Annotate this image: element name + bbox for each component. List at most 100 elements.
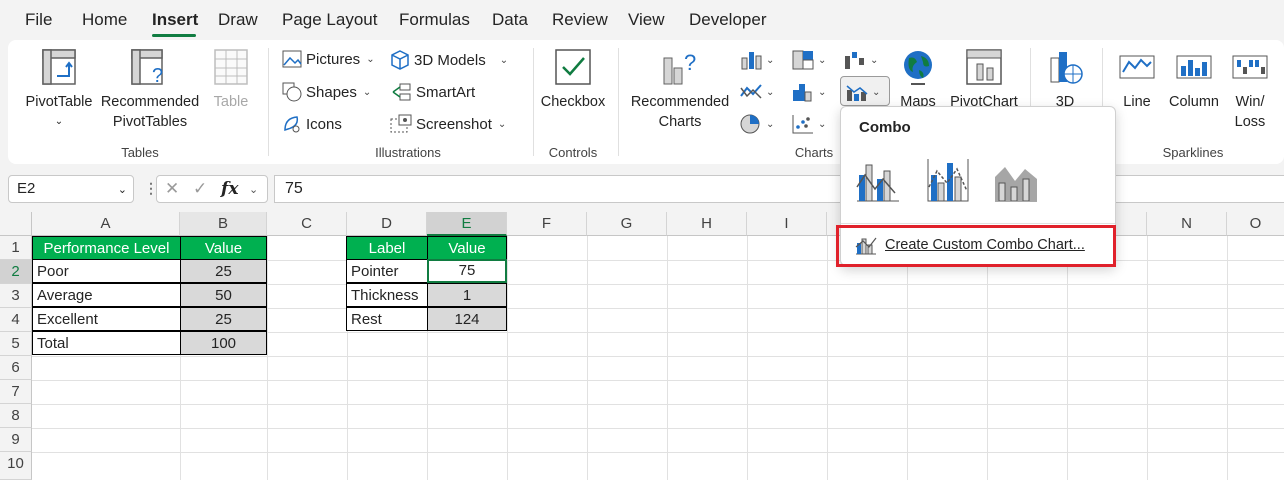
- table-cell[interactable]: Average: [32, 283, 181, 307]
- table-cell[interactable]: Excellent: [32, 307, 181, 331]
- 3d-map-button[interactable]: 3D: [1038, 48, 1092, 112]
- table-label: Table: [213, 94, 249, 110]
- column-chart-icon: [741, 52, 762, 70]
- table-cell[interactable]: 25: [180, 307, 267, 331]
- pictures-button[interactable]: Pictures ⌄: [282, 50, 375, 68]
- shapes-button[interactable]: Shapes ⌄: [282, 82, 371, 102]
- statistic-chart-button[interactable]: ⌄: [792, 82, 826, 102]
- select-all-corner[interactable]: [0, 212, 32, 236]
- column-header[interactable]: D: [347, 212, 427, 236]
- line-chart-icon: [740, 84, 762, 99]
- table-cell[interactable]: 124: [427, 307, 507, 331]
- row-header[interactable]: 10: [0, 452, 32, 480]
- active-cell[interactable]: 75: [427, 259, 507, 283]
- pie-chart-icon: [740, 114, 760, 134]
- row-header[interactable]: 6: [0, 356, 32, 380]
- tab-view[interactable]: View: [628, 10, 665, 30]
- table-cell[interactable]: 1: [427, 283, 507, 307]
- sparkline-line-label: Line: [1123, 94, 1151, 110]
- stacked-area-clustered-column-icon[interactable]: [993, 157, 1039, 203]
- tab-data[interactable]: Data: [492, 10, 528, 30]
- tab-formulas[interactable]: Formulas: [399, 10, 470, 30]
- table-header-cell[interactable]: Performance Level: [32, 236, 181, 260]
- table-cell[interactable]: Rest: [346, 307, 428, 331]
- menu-bar: File Home Insert Draw Page Layout Formul…: [0, 0, 1284, 40]
- column-header[interactable]: O: [1227, 212, 1284, 236]
- recommended-charts-button[interactable]: ? Recommended Charts: [624, 48, 736, 132]
- row-header[interactable]: 3: [0, 284, 32, 308]
- column-header[interactable]: B: [180, 212, 267, 236]
- recommended-pivottables-label-1: Recommended: [100, 94, 200, 110]
- smartart-button[interactable]: SmartArt: [390, 82, 475, 102]
- waterfall-chart-button[interactable]: ⌄: [844, 50, 878, 70]
- row-header[interactable]: 4: [0, 308, 32, 332]
- scatter-chart-icon: [792, 115, 813, 134]
- tab-page-layout[interactable]: Page Layout: [282, 10, 377, 30]
- combo-chart-icon: [846, 85, 868, 101]
- gridline: [1227, 236, 1228, 480]
- table-cell[interactable]: Thickness: [346, 283, 428, 307]
- enter-check-icon[interactable]: ✓: [193, 179, 207, 199]
- recommended-charts-icon: ?: [663, 50, 696, 85]
- column-header[interactable]: I: [747, 212, 827, 236]
- formula-input[interactable]: 75: [274, 175, 1284, 203]
- table-cell[interactable]: Pointer: [346, 259, 428, 283]
- row-header[interactable]: 8: [0, 404, 32, 428]
- pivottable-button[interactable]: PivotTable ⌄: [22, 48, 96, 132]
- tab-review[interactable]: Review: [552, 10, 608, 30]
- insert-function-icon[interactable]: fx: [221, 179, 238, 199]
- screenshot-button[interactable]: Screenshot ⌄: [390, 114, 506, 134]
- column-header[interactable]: A: [32, 212, 180, 236]
- sparkline-winloss-button[interactable]: Win/ Loss: [1228, 48, 1272, 132]
- hierarchy-chart-button[interactable]: ⌄: [792, 50, 826, 70]
- column-header[interactable]: E: [427, 212, 507, 236]
- cancel-icon[interactable]: ✕: [165, 179, 179, 199]
- row-header[interactable]: 7: [0, 380, 32, 404]
- tab-developer[interactable]: Developer: [689, 10, 767, 30]
- table-cell[interactable]: Poor: [32, 259, 181, 283]
- row-header[interactable]: 5: [0, 332, 32, 356]
- column-header[interactable]: N: [1147, 212, 1227, 236]
- pie-chart-button[interactable]: ⌄: [740, 114, 774, 134]
- tab-insert[interactable]: Insert: [152, 10, 198, 30]
- column-header[interactable]: H: [667, 212, 747, 236]
- table-cell[interactable]: 50: [180, 283, 267, 307]
- table-header-cell[interactable]: Label: [346, 236, 428, 260]
- table-header-cell[interactable]: Value: [180, 236, 267, 260]
- dropdown-divider: [841, 223, 1115, 224]
- sparkline-column-button[interactable]: Column: [1164, 48, 1224, 112]
- sparkline-line-button[interactable]: Line: [1112, 48, 1162, 112]
- chevron-down-icon: ⌄: [766, 86, 775, 98]
- row-header[interactable]: 1: [0, 236, 32, 260]
- row-header[interactable]: 2: [0, 260, 32, 284]
- table-header-cell[interactable]: Value: [427, 236, 507, 260]
- pivotchart-button[interactable]: PivotChart: [944, 48, 1024, 112]
- recommended-pivottables-button[interactable]: ? Recommended PivotTables: [98, 48, 202, 132]
- tab-draw[interactable]: Draw: [218, 10, 258, 30]
- row-header[interactable]: 9: [0, 428, 32, 452]
- icons-button[interactable]: Icons: [282, 114, 342, 134]
- scatter-chart-button[interactable]: ⌄: [792, 114, 826, 134]
- smartart-icon: [392, 83, 411, 101]
- clustered-column-line-icon[interactable]: [855, 157, 901, 203]
- gridline: [507, 236, 508, 480]
- checkbox-button[interactable]: Checkbox: [536, 48, 610, 112]
- 3d-models-button[interactable]: 3D Models ⌄: [390, 50, 508, 70]
- clustered-column-line-secondary-axis-icon[interactable]: [925, 157, 971, 203]
- maps-button[interactable]: Maps: [892, 48, 944, 112]
- tab-home[interactable]: Home: [82, 10, 127, 30]
- column-header[interactable]: C: [267, 212, 347, 236]
- tab-file[interactable]: File: [25, 10, 52, 30]
- table-cell[interactable]: 25: [180, 259, 267, 283]
- name-box[interactable]: E2 ⌄: [8, 175, 134, 203]
- combo-chart-button[interactable]: ⌄: [846, 82, 880, 102]
- line-chart-button[interactable]: ⌄: [740, 82, 774, 102]
- table-cell[interactable]: 100: [180, 331, 267, 355]
- table-button[interactable]: Table: [206, 48, 256, 112]
- chevron-down-icon[interactable]: ⌄: [249, 183, 258, 196]
- chevron-down-icon: ⌄: [818, 54, 827, 66]
- column-header[interactable]: F: [507, 212, 587, 236]
- table-cell[interactable]: Total: [32, 331, 181, 355]
- column-header[interactable]: G: [587, 212, 667, 236]
- column-chart-button[interactable]: ⌄: [740, 50, 774, 70]
